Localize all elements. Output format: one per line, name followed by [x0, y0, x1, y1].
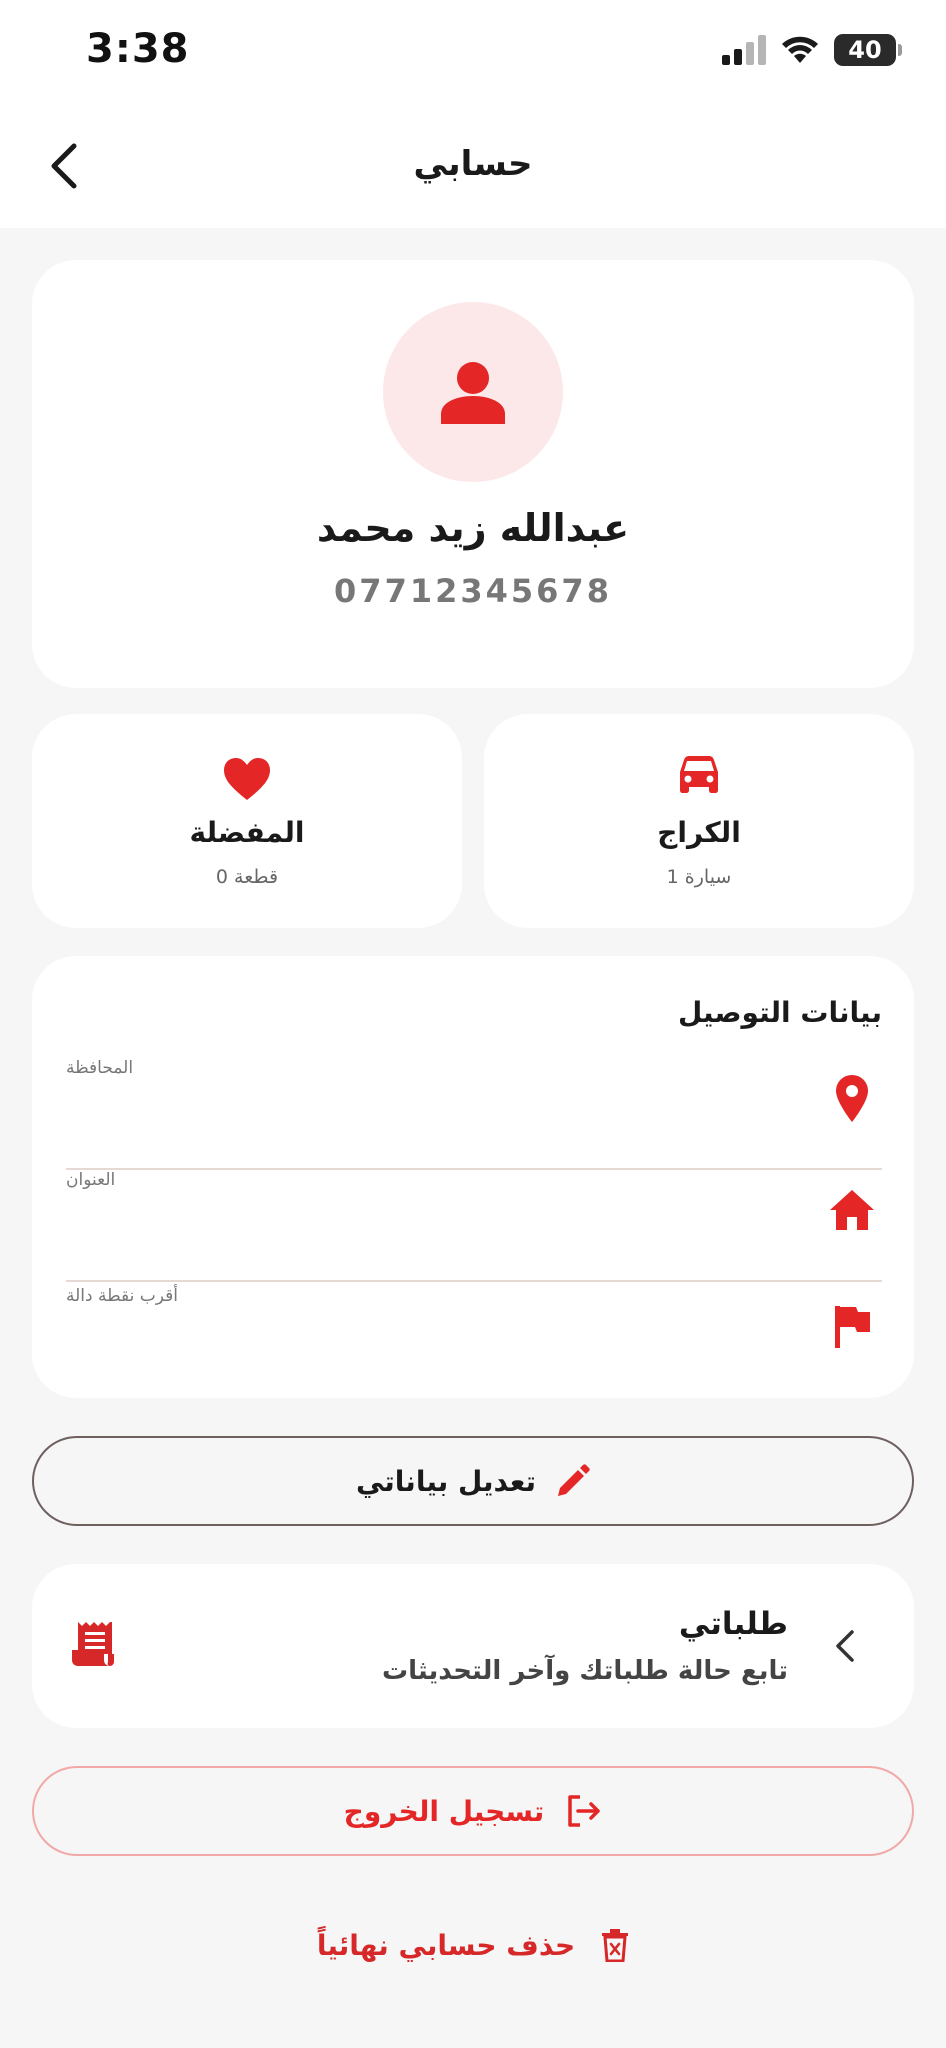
pencil-icon: [558, 1464, 590, 1496]
location-pin-icon: [836, 1075, 868, 1122]
status-bar: 3:38 40: [0, 0, 946, 104]
status-icons: 40: [722, 34, 902, 66]
governorate-input[interactable]: [66, 1088, 786, 1148]
home-icon: [830, 1190, 874, 1230]
orders-title: طلباتي: [678, 1606, 788, 1642]
landmark-field: أقرب نقطة دالة: [66, 1286, 882, 1398]
wifi-icon: [782, 36, 818, 63]
favorites-card[interactable]: المفضلة قطعة 0: [32, 714, 462, 928]
edit-profile-label: تعديل بياناتي: [355, 1464, 537, 1498]
governorate-field: المحافظة: [66, 1058, 882, 1170]
landmark-input[interactable]: [66, 1316, 786, 1376]
edit-profile-button[interactable]: تعديل بياناتي: [32, 1436, 914, 1526]
logout-button[interactable]: تسجيل الخروج: [32, 1766, 914, 1856]
delete-account-button[interactable]: حذف حسابي نهائياً: [0, 1920, 946, 1970]
battery-level: 40: [848, 36, 882, 64]
address-label: العنوان: [66, 1170, 116, 1190]
garage-count: سيارة 1: [666, 866, 732, 888]
trash-icon: [602, 1929, 629, 1962]
garage-title: الكراج: [657, 816, 741, 849]
favorites-title: المفضلة: [189, 816, 305, 849]
delivery-info-card: بيانات التوصيل المحافظة العنوان أقرب نقط…: [32, 956, 914, 1398]
signal-icon: [722, 35, 766, 65]
avatar: [383, 302, 563, 482]
field-divider: [66, 1280, 882, 1282]
my-orders-card[interactable]: طلباتي تابع حالة طلباتك وآخر التحديثات: [32, 1564, 914, 1728]
profile-card: عبدالله زيد محمد 07712345678: [32, 260, 914, 688]
logout-label: تسجيل الخروج: [343, 1794, 545, 1828]
profile-name: عبدالله زيد محمد: [316, 506, 630, 550]
delivery-title: بيانات التوصيل: [678, 996, 882, 1029]
address-field: العنوان: [66, 1170, 882, 1282]
garage-card[interactable]: الكراج سيارة 1: [484, 714, 914, 928]
address-input[interactable]: [66, 1200, 786, 1260]
battery-indicator: 40: [834, 34, 902, 66]
delete-account-label: حذف حسابي نهائياً: [316, 1928, 576, 1962]
profile-phone: 07712345678: [334, 572, 612, 610]
landmark-label: أقرب نقطة دالة: [66, 1286, 179, 1306]
chevron-left-icon: [836, 1630, 854, 1662]
user-icon: [441, 362, 505, 424]
navigation-bar: حسابي: [0, 104, 946, 228]
car-icon: [680, 756, 718, 793]
orders-subtitle: تابع حالة طلباتك وآخر التحديثات: [381, 1656, 788, 1686]
page-title: حسابي: [413, 144, 533, 184]
governorate-label: المحافظة: [66, 1058, 134, 1078]
logout-icon: [568, 1795, 601, 1827]
status-time: 3:38: [86, 26, 190, 72]
flag-icon: [835, 1306, 870, 1348]
receipt-icon: [72, 1622, 114, 1666]
heart-icon: [224, 758, 270, 800]
favorites-count: قطعة 0: [215, 866, 279, 888]
